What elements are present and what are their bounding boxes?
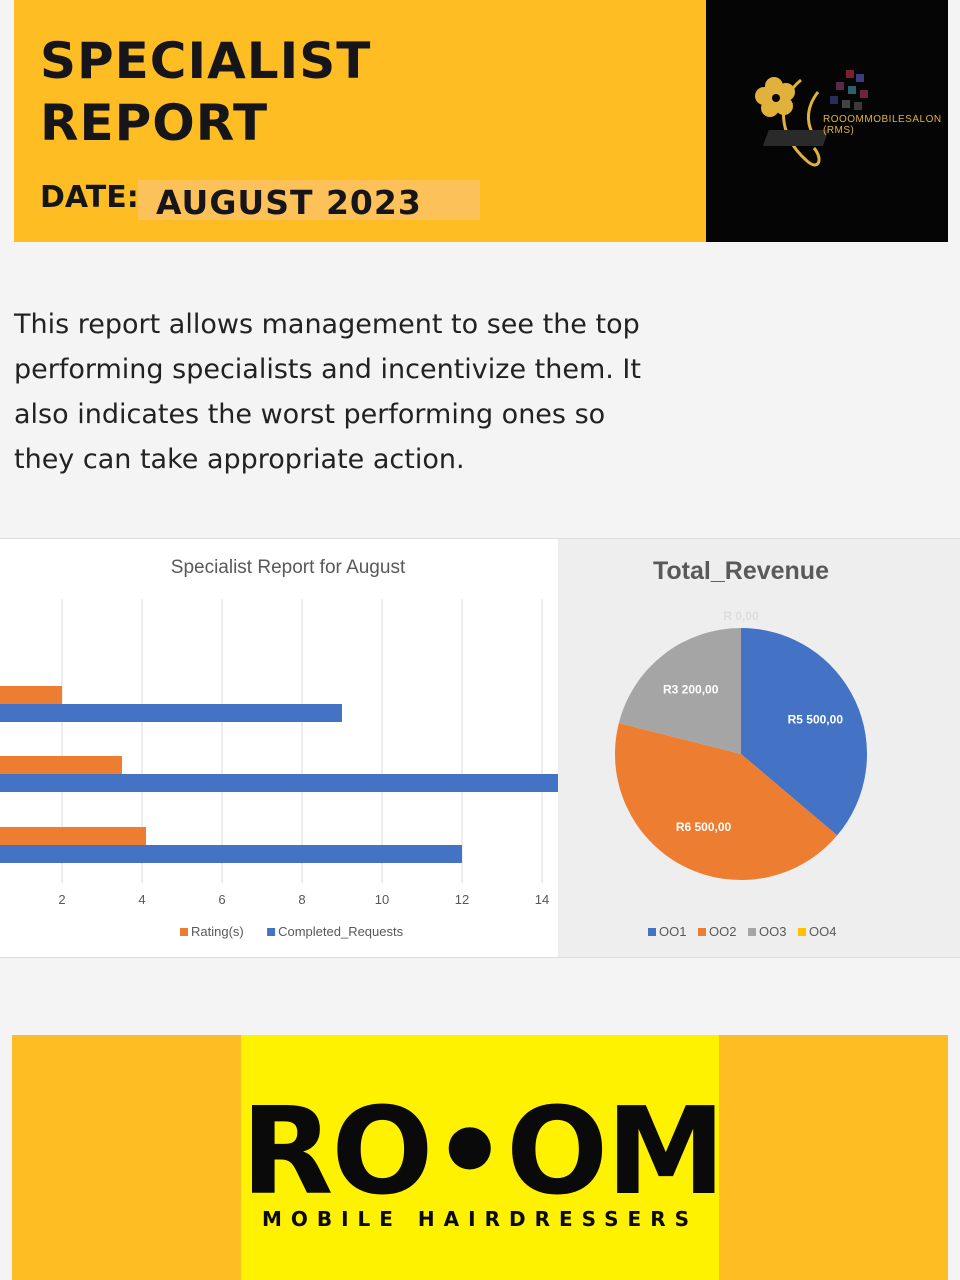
x-tick-label: 2 <box>58 892 65 907</box>
legend-label: OO4 <box>809 924 836 939</box>
pie-chart: Total_Revenue R5 500,00 R6 500,00 R3 200,00… <box>615 557 868 939</box>
x-tick-label: 14 <box>535 892 549 907</box>
date-label: DATE: <box>40 180 139 215</box>
legend-swatch <box>180 928 188 936</box>
date-value: AUGUST 2023 <box>156 183 422 222</box>
legend-label: OO2 <box>709 924 736 939</box>
bar-rating-s- <box>0 756 122 774</box>
x-tick-label: 10 <box>375 892 389 907</box>
bar-rating-s- <box>0 827 146 845</box>
pie-chart-title: Total_Revenue <box>653 557 829 585</box>
x-tick-label: 8 <box>298 892 305 907</box>
legend-swatch <box>698 928 706 936</box>
legend-swatch <box>798 928 806 936</box>
legend-swatch <box>748 928 756 936</box>
bar-chart: Specialist Report for August 2 4 6 8 10 12 14 Ra… <box>0 557 558 939</box>
intro-paragraph: This report allows management to see the… <box>14 309 641 475</box>
brand-wordmark: RO•OM <box>241 1083 726 1222</box>
legend-label: OO1 <box>659 924 686 939</box>
logo-text: ROOOMMOBILESALON (RMS) <box>823 114 942 136</box>
legend-label: Rating(s) <box>191 924 244 939</box>
bar-completed-requests <box>0 774 558 792</box>
legend-label: OO3 <box>759 924 786 939</box>
pie-data-label: R 0,00 <box>723 609 759 623</box>
pie-chart-panel: Total_Revenue R5 500,00 R6 500,00 R3 200,00… <box>558 539 960 957</box>
footer-banner: RO•OM MOBILE HAIRDRESSERS <box>12 1035 948 1280</box>
date-box: AUGUST 2023 <box>138 180 480 222</box>
bar-chart-panel: Specialist Report for August 2 4 6 8 10 12 14 Ra… <box>0 539 558 957</box>
chart-strip: Specialist Report for August 2 4 6 8 10 12 14 Ra… <box>0 538 960 958</box>
brand-logo: RO•OM MOBILE HAIRDRESSERS <box>241 1035 726 1280</box>
legend-swatch <box>648 928 656 936</box>
pie-data-label: R3 200,00 <box>663 682 719 696</box>
x-tick-label: 12 <box>455 892 469 907</box>
x-tick-label: 6 <box>218 892 225 907</box>
pie-data-label: R6 500,00 <box>676 820 732 834</box>
brand-tagline: MOBILE HAIRDRESSERS <box>261 1207 699 1231</box>
pie-data-label: R5 500,00 <box>788 713 844 727</box>
report-title: SPECIALIST REPORT <box>40 32 372 152</box>
bar-completed-requests <box>0 845 462 863</box>
salon-logo-panel: ROOOMMOBILESALON (RMS) <box>706 0 948 242</box>
x-tick-label: 4 <box>138 892 145 907</box>
legend-label: Completed_Requests <box>278 924 404 939</box>
bar-chart-title: Specialist Report for August <box>171 557 406 578</box>
bar-rating-s- <box>0 686 62 704</box>
bar-completed-requests <box>0 704 342 722</box>
legend-swatch <box>267 928 276 936</box>
